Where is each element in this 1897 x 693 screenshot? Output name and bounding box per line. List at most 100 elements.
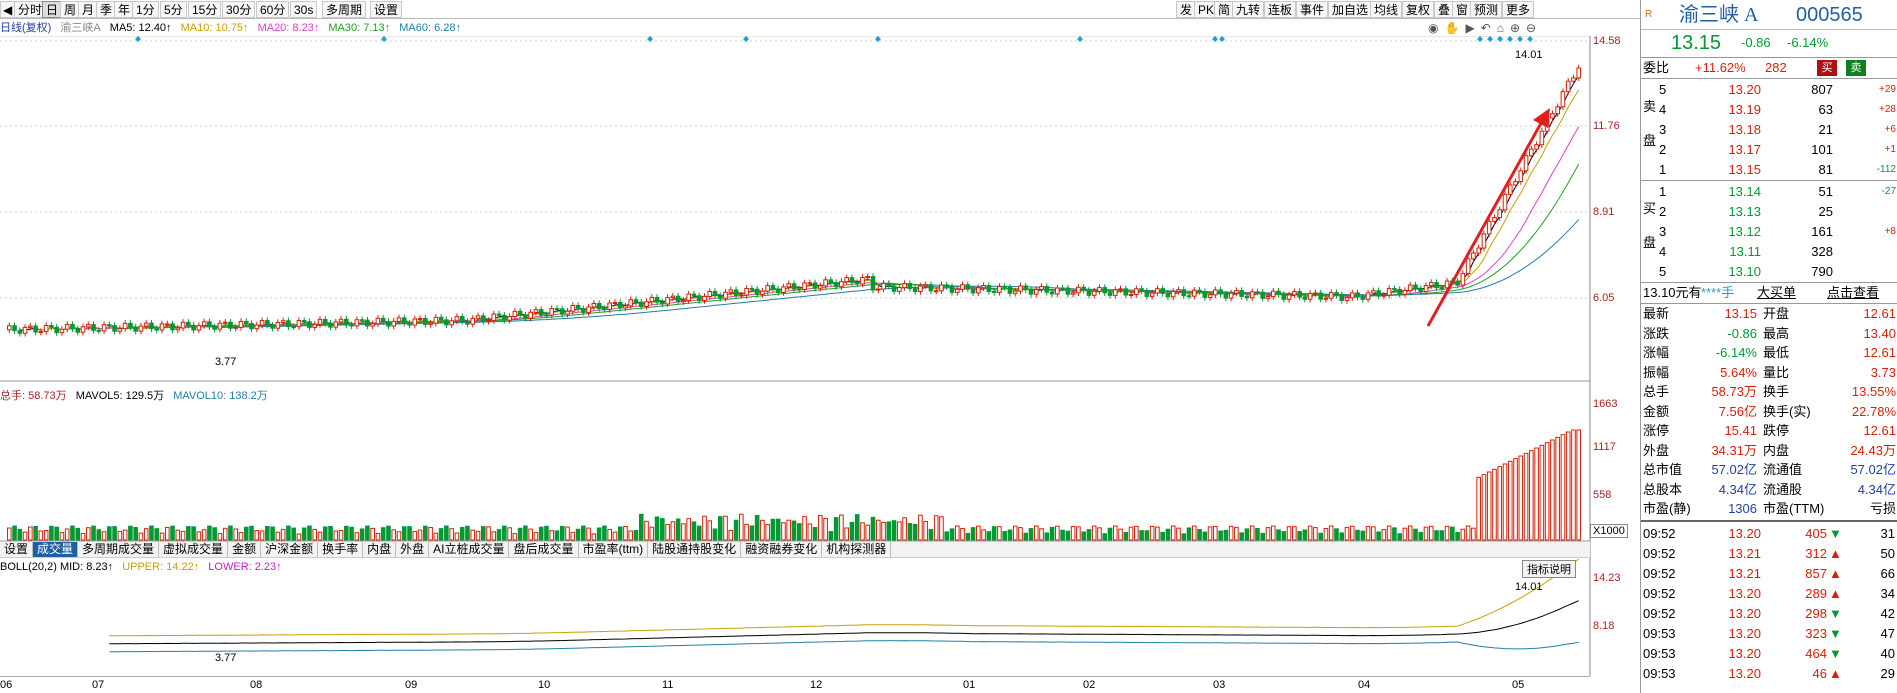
buy-button[interactable]: 买 bbox=[1817, 60, 1837, 76]
period-button-13[interactable]: 设置 bbox=[370, 1, 403, 18]
candle-body bbox=[280, 320, 286, 324]
volume-bar bbox=[1033, 525, 1039, 541]
tool-button-7[interactable]: 均线 bbox=[1370, 1, 1403, 18]
period-button-6[interactable]: 1分 bbox=[132, 1, 159, 18]
indicator-tab-8[interactable]: 外盘 bbox=[396, 542, 430, 557]
tool-button-3[interactable]: 九转 bbox=[1232, 1, 1265, 18]
candle-body bbox=[433, 316, 439, 324]
period-button-11[interactable]: 30s bbox=[290, 1, 318, 18]
date-tick: 12 bbox=[810, 679, 823, 691]
candle-body bbox=[354, 319, 360, 327]
date-tick: 01 bbox=[963, 679, 976, 691]
candle-body bbox=[301, 320, 307, 323]
period-button-8[interactable]: 15分 bbox=[188, 1, 222, 18]
period-button-12[interactable]: 多周期 bbox=[322, 1, 367, 18]
candle-body bbox=[970, 288, 976, 294]
undo-icon[interactable]: ↶ bbox=[1481, 21, 1497, 35]
order-row[interactable]: 3 13.12 161 +8 bbox=[1641, 222, 1897, 242]
candle-body bbox=[1355, 292, 1360, 298]
indicator-tab-13[interactable]: 融资融券变化 bbox=[741, 542, 823, 557]
bigorder-label[interactable]: 大买单 bbox=[1757, 283, 1796, 303]
indicator-tab-7[interactable]: 内盘 bbox=[363, 542, 397, 557]
volume-bar bbox=[991, 526, 997, 541]
tool-button-11[interactable]: 预测 bbox=[1470, 1, 1503, 18]
period-button-9[interactable]: 30分 bbox=[222, 1, 256, 18]
indicator-tab-4[interactable]: 金额 bbox=[228, 542, 262, 557]
indicator-tab-0[interactable]: 设置 bbox=[0, 542, 34, 557]
candle-body bbox=[322, 318, 328, 324]
order-row[interactable]: 2 13.17 101 +1 bbox=[1641, 140, 1897, 160]
prev-period-icon[interactable]: ◀ bbox=[0, 1, 16, 18]
candle-body bbox=[212, 326, 217, 330]
hand-icon[interactable]: ✋ bbox=[1444, 21, 1465, 35]
candle-body bbox=[1039, 286, 1044, 290]
order-row[interactable]: 4 13.11 328 bbox=[1641, 242, 1897, 262]
period-button-5[interactable]: 年 bbox=[114, 1, 135, 18]
indicator-tab-2[interactable]: 多周期成交量 bbox=[78, 542, 160, 557]
eye-icon[interactable]: ◉ bbox=[1428, 21, 1444, 35]
indicator-tab-3[interactable]: 虚拟成交量 bbox=[159, 542, 229, 557]
lock-icon[interactable]: ⌂ bbox=[1497, 21, 1510, 35]
candle-body bbox=[217, 322, 223, 330]
candle-body bbox=[696, 295, 702, 301]
indicator-tab-9[interactable]: AI立桩成交量 bbox=[429, 542, 510, 557]
order-row[interactable]: 3 13.18 21 +6 bbox=[1641, 120, 1897, 140]
bigorder-view-link[interactable]: 点击查看 bbox=[1827, 283, 1879, 303]
period-button-4[interactable]: 季 bbox=[96, 1, 117, 18]
candle-body bbox=[1102, 287, 1108, 294]
indicator-tab-12[interactable]: 陆股通持股变化 bbox=[648, 542, 742, 557]
stat-label: 开盘 bbox=[1763, 306, 1790, 321]
tool-button-8[interactable]: 复权 bbox=[1402, 1, 1435, 18]
zoom-out-icon[interactable]: ⊖ bbox=[1526, 21, 1542, 35]
period-button-1[interactable]: 日 bbox=[42, 1, 63, 18]
stat-label: 量比 bbox=[1763, 364, 1790, 380]
tool-button-4[interactable]: 连板 bbox=[1264, 1, 1297, 18]
sell-button[interactable]: 卖 bbox=[1846, 60, 1866, 76]
order-row[interactable]: 4 13.19 63 +28 bbox=[1641, 100, 1897, 120]
tool-button-6[interactable]: 加自选 bbox=[1328, 1, 1373, 18]
candle-body bbox=[91, 324, 96, 331]
signal-marker bbox=[1477, 36, 1483, 42]
period-button-2[interactable]: 周 bbox=[60, 1, 81, 18]
order-row[interactable]: 2 13.13 25 bbox=[1641, 202, 1897, 222]
volume-bar bbox=[533, 532, 539, 541]
period-button-10[interactable]: 60分 bbox=[256, 1, 290, 18]
candle-body bbox=[1486, 220, 1492, 235]
candle-body bbox=[449, 320, 454, 326]
tool-button-5[interactable]: 事件 bbox=[1296, 1, 1329, 18]
indicator-tab-5[interactable]: 沪深金额 bbox=[261, 542, 319, 557]
volume-bar bbox=[1018, 527, 1023, 541]
indicator-help-button[interactable]: 指标说明 bbox=[1522, 560, 1576, 578]
indicator-tab-14[interactable]: 机构探测器 bbox=[822, 542, 892, 557]
order-row[interactable]: 1 13.14 51 -27 bbox=[1641, 182, 1897, 202]
candle-body bbox=[96, 329, 102, 332]
period-button-3[interactable]: 月 bbox=[78, 1, 99, 18]
date-tick: 08 bbox=[250, 679, 263, 691]
tool-button-2[interactable]: 简 bbox=[1214, 1, 1235, 18]
order-row[interactable]: 1 13.15 81 -112 bbox=[1641, 160, 1897, 180]
indicator-tab-10[interactable]: 盘后成交量 bbox=[509, 542, 579, 557]
volume-bar bbox=[338, 529, 344, 541]
zoom-in-icon[interactable]: ⊕ bbox=[1510, 21, 1526, 35]
volume-bar bbox=[944, 531, 950, 541]
candle-body bbox=[870, 276, 876, 291]
tool-button-10[interactable]: 窗 bbox=[1452, 1, 1473, 18]
candle-body bbox=[1060, 287, 1065, 290]
indicator-tab-1[interactable]: 成交量 bbox=[33, 542, 79, 557]
high-annotation: 14.01 bbox=[1515, 49, 1543, 61]
indicator-tab-11[interactable]: 市盈率(ttm) bbox=[579, 542, 649, 557]
order-row[interactable]: 5 13.20 807 +29 bbox=[1641, 80, 1897, 100]
stat-label: 市盈(TTM) bbox=[1763, 501, 1825, 516]
order-row[interactable]: 5 13.10 790 bbox=[1641, 262, 1897, 282]
tool-button-9[interactable]: 叠 bbox=[1434, 1, 1455, 18]
indicator-tab-6[interactable]: 换手率 bbox=[318, 542, 364, 557]
play-icon[interactable]: ▶ bbox=[1465, 21, 1480, 35]
volume-bar bbox=[491, 531, 497, 541]
volume-bar bbox=[1397, 533, 1402, 541]
tool-button-0[interactable]: 发 bbox=[1176, 1, 1197, 18]
chart-type-label[interactable]: 日线(复权) bbox=[0, 22, 51, 34]
period-button-7[interactable]: 5分 bbox=[160, 1, 187, 18]
tool-button-12[interactable]: 更多 bbox=[1502, 1, 1535, 18]
kline-chart[interactable] bbox=[0, 36, 1640, 676]
stat-row: 涨跌 -0.86 最高 13.40 bbox=[1641, 324, 1897, 343]
